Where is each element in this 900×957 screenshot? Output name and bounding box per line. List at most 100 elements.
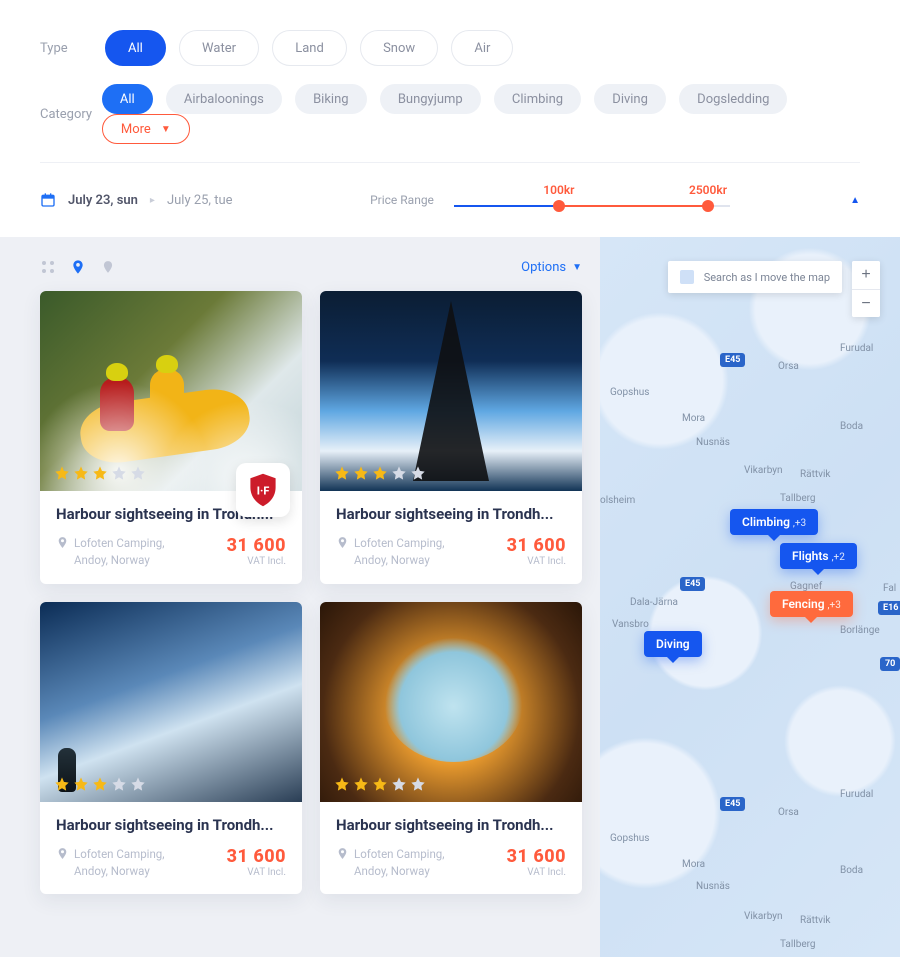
star-icon bbox=[372, 776, 388, 792]
category-chip-bungyjump[interactable]: Bungyjump bbox=[380, 84, 481, 114]
zoom-controls: + − bbox=[852, 261, 880, 317]
star-icon bbox=[73, 776, 89, 792]
location-pin-icon bbox=[56, 847, 69, 860]
map-city-label: Furudal bbox=[840, 343, 873, 354]
zoom-in-button[interactable]: + bbox=[852, 261, 880, 289]
map-pin-view-icon[interactable] bbox=[70, 259, 86, 275]
rating-stars bbox=[54, 465, 146, 481]
map-city-label: Gopshus bbox=[610, 833, 649, 844]
collapse-filters-icon[interactable]: ▲ bbox=[850, 195, 860, 206]
slider-handle-min[interactable] bbox=[553, 200, 565, 212]
activity-card[interactable]: Harbour sightseeing in Trondh... Lofoten… bbox=[320, 291, 582, 584]
map-activity-pin[interactable]: Fencing,+3 bbox=[770, 591, 853, 617]
price-value: 31 600 bbox=[227, 535, 286, 556]
category-chip-climbing[interactable]: Climbing bbox=[494, 84, 581, 114]
star-icon bbox=[353, 465, 369, 481]
location-pin-icon bbox=[336, 536, 349, 549]
card-location: Lofoten Camping, Andoy, Norway bbox=[336, 535, 445, 570]
slider-handle-max[interactable] bbox=[702, 200, 714, 212]
category-chip-dogsledding[interactable]: Dogsledding bbox=[679, 84, 787, 114]
road-badge: E45 bbox=[680, 577, 705, 591]
map-city-label: Tallberg bbox=[780, 939, 816, 950]
pin-label: Fencing bbox=[782, 597, 825, 611]
date-range[interactable]: July 23, sun ▸ July 25, tue bbox=[40, 192, 233, 208]
map-city-label: Tallberg bbox=[780, 493, 816, 504]
card-image: I·F bbox=[40, 291, 302, 491]
date-start: July 23, sun bbox=[68, 193, 138, 208]
rating-stars bbox=[334, 776, 426, 792]
price-range-slider[interactable]: 100kr 2500kr bbox=[454, 185, 730, 215]
card-title: Harbour sightseeing in Trondh... bbox=[336, 505, 566, 523]
category-chips: All Airbaloonings Biking Bungyjump Climb… bbox=[102, 84, 860, 144]
category-chip-biking[interactable]: Biking bbox=[295, 84, 367, 114]
calendar-icon bbox=[40, 192, 56, 208]
main-split: Options ▼ bbox=[0, 237, 900, 957]
card-body: Harbour sightseeing in Trondh... Lofoten… bbox=[40, 802, 302, 895]
category-chip-all[interactable]: All bbox=[102, 84, 153, 114]
location-line1: Lofoten Camping, bbox=[354, 846, 445, 863]
card-location: Lofoten Camping, Andoy, Norway bbox=[56, 846, 165, 881]
slider-min-value: 100kr bbox=[543, 183, 574, 197]
type-pill-water[interactable]: Water bbox=[179, 30, 259, 66]
results-panel: Options ▼ bbox=[0, 237, 600, 957]
star-icon bbox=[391, 776, 407, 792]
star-icon bbox=[353, 776, 369, 792]
price-range-block: Price Range 100kr 2500kr bbox=[370, 185, 730, 215]
category-chip-diving[interactable]: Diving bbox=[594, 84, 666, 114]
pin-count: ,+3 bbox=[793, 518, 806, 529]
star-icon bbox=[410, 465, 426, 481]
price-sub: VAT Incl. bbox=[227, 556, 286, 567]
type-pill-snow[interactable]: Snow bbox=[360, 30, 438, 66]
star-icon bbox=[410, 776, 426, 792]
map-activity-pin[interactable]: Climbing,+3 bbox=[730, 509, 818, 535]
slider-track-left bbox=[454, 205, 559, 207]
search-as-move-toggle[interactable]: Search as I move the map bbox=[668, 261, 842, 293]
list-pin-view-icon[interactable] bbox=[100, 259, 116, 275]
map-activity-pin[interactable]: Diving bbox=[644, 631, 702, 657]
map-city-label: Nusnäs bbox=[696, 437, 730, 448]
type-pill-all[interactable]: All bbox=[105, 30, 166, 66]
pin-count: ,+3 bbox=[828, 600, 841, 611]
view-toggles bbox=[40, 259, 116, 275]
results-toolbar: Options ▼ bbox=[40, 259, 582, 275]
map-city-label: Rättvik bbox=[800, 469, 831, 480]
card-price: 31 600 VAT Incl. bbox=[507, 846, 566, 881]
location-line2: Andoy, Norway bbox=[354, 863, 445, 880]
card-image bbox=[320, 602, 582, 802]
map-activity-pin[interactable]: Flights,+2 bbox=[780, 543, 857, 569]
location-line2: Andoy, Norway bbox=[74, 552, 165, 569]
pin-label: Diving bbox=[656, 637, 690, 651]
star-icon bbox=[92, 776, 108, 792]
activity-card[interactable]: Harbour sightseeing in Trondh... Lofoten… bbox=[40, 602, 302, 895]
slider-track-active bbox=[559, 205, 708, 207]
type-pill-land[interactable]: Land bbox=[272, 30, 347, 66]
card-body: Harbour sightseeing in Trondh... Lofoten… bbox=[320, 491, 582, 584]
checkbox-icon bbox=[680, 270, 694, 284]
card-price: 31 600 VAT Incl. bbox=[227, 846, 286, 881]
grid-view-icon[interactable] bbox=[40, 259, 56, 275]
map-controls: Search as I move the map + − bbox=[668, 261, 880, 317]
category-chip-airbaloonings[interactable]: Airbaloonings bbox=[166, 84, 282, 114]
location-line1: Lofoten Camping, bbox=[74, 846, 165, 863]
chevron-right-icon: ▸ bbox=[150, 195, 155, 206]
map-panel[interactable]: OrsaFurudalGopshusMoraNusnäsBodaVikarbyn… bbox=[600, 237, 900, 957]
map-city-label: Mora bbox=[682, 413, 705, 424]
type-pill-air[interactable]: Air bbox=[451, 30, 513, 66]
activity-card[interactable]: I·F Harbour sightseeing in Trondh... Lof… bbox=[40, 291, 302, 584]
map-city-label: Boda bbox=[840, 865, 863, 876]
map-city-label: Dala-Järna bbox=[630, 597, 678, 608]
type-pills: All Water Land Snow Air bbox=[105, 30, 523, 66]
star-icon bbox=[130, 465, 146, 481]
star-icon bbox=[111, 465, 127, 481]
road-badge: E45 bbox=[720, 797, 745, 811]
card-price: 31 600 VAT Incl. bbox=[507, 535, 566, 570]
activity-card[interactable]: Harbour sightseeing in Trondh... Lofoten… bbox=[320, 602, 582, 895]
zoom-out-button[interactable]: − bbox=[852, 289, 880, 317]
road-badge: E45 bbox=[720, 353, 745, 367]
category-chip-more[interactable]: More ▼ bbox=[102, 114, 190, 144]
location-line2: Andoy, Norway bbox=[354, 552, 445, 569]
chevron-down-icon: ▼ bbox=[572, 262, 582, 273]
card-price: 31 600 VAT Incl. bbox=[227, 535, 286, 570]
map-city-label: Fal bbox=[883, 583, 896, 594]
options-dropdown[interactable]: Options ▼ bbox=[521, 260, 582, 275]
